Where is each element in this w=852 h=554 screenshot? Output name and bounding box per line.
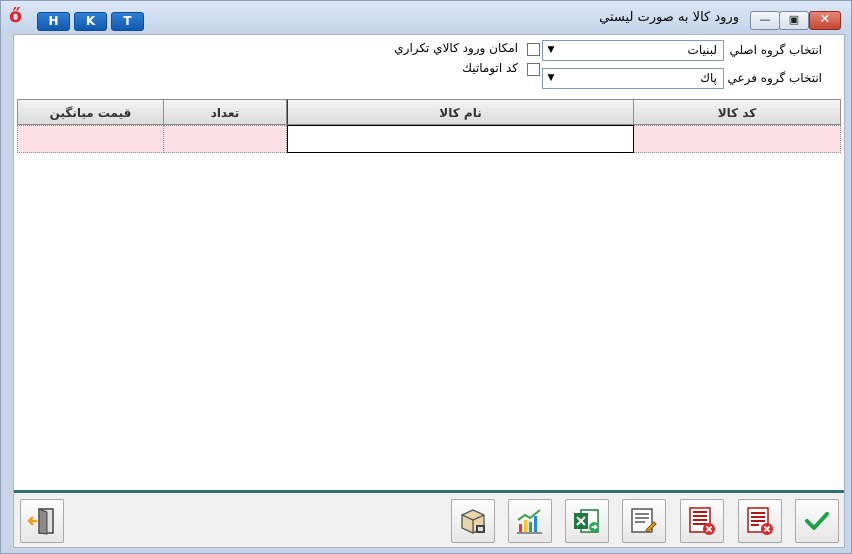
edit-list-icon — [631, 508, 657, 533]
column-header-code[interactable]: كد كالا — [633, 99, 841, 125]
excel-export-button[interactable] — [565, 499, 609, 543]
cell-name[interactable] — [286, 125, 634, 153]
confirm-button[interactable] — [795, 499, 839, 543]
main-group-value: لبنيات — [687, 43, 717, 57]
duplicate-items-label: امكان ورود كالاي تكراري — [394, 41, 518, 55]
chevron-down-icon[interactable]: ▼ — [543, 69, 559, 88]
auto-code-label: كد اتوماتيك — [462, 61, 518, 75]
column-header-avg-price[interactable]: قيمت ميانگين — [17, 99, 164, 125]
delete-list-button[interactable] — [738, 499, 782, 543]
restore-icon: ▣ — [788, 13, 800, 26]
cell-code[interactable] — [633, 125, 841, 153]
exit-icon — [27, 508, 54, 535]
package-button[interactable] — [451, 499, 495, 543]
main-group-select[interactable]: لبنيات ▼ — [542, 40, 724, 61]
excel-export-icon — [574, 509, 599, 533]
sub-group-select[interactable]: پاك ▼ — [542, 68, 724, 89]
confirm-check-icon — [805, 512, 829, 530]
bottom-toolbar — [14, 493, 844, 547]
column-header-name[interactable]: نام كالا — [286, 99, 634, 125]
h-button[interactable]: H — [37, 12, 70, 31]
dialog-window: ő H K T ورود كالا به صورت ليستي — ▣ ✕ ان… — [0, 0, 852, 554]
close-button[interactable]: ✕ — [809, 11, 841, 30]
app-logo-icon: ő — [9, 5, 23, 27]
title-bar: ő H K T ورود كالا به صورت ليستي — ▣ ✕ — [1, 1, 851, 31]
restore-button[interactable]: ▣ — [779, 11, 809, 30]
close-icon: ✕ — [819, 12, 831, 27]
delete-list-icon — [747, 507, 773, 535]
delete-all-icon — [689, 507, 715, 535]
items-grid: كد كالا نام كالا تعداد قيمت ميانگين — [17, 99, 841, 155]
chart-icon — [517, 509, 542, 534]
edit-list-button[interactable] — [622, 499, 666, 543]
main-panel: انتخاب گروه اصلي لبنيات ▼ امكان ورود كال… — [13, 34, 845, 548]
cell-avg-price[interactable] — [17, 125, 164, 153]
cell-quantity[interactable] — [163, 125, 287, 153]
k-button[interactable]: K — [74, 12, 107, 31]
auto-code-checkbox[interactable] — [527, 63, 540, 76]
sub-group-label: انتخاب گروه فرعي — [727, 71, 822, 85]
delete-all-button[interactable] — [680, 499, 724, 543]
column-header-quantity[interactable]: تعداد — [163, 99, 287, 125]
minimize-icon: — — [759, 13, 771, 26]
duplicate-items-checkbox[interactable] — [527, 43, 540, 56]
package-icon — [461, 509, 485, 534]
chart-button[interactable] — [508, 499, 552, 543]
t-button[interactable]: T — [111, 12, 144, 31]
chevron-down-icon[interactable]: ▼ — [543, 41, 559, 60]
window-title: ورود كالا به صورت ليستي — [599, 10, 739, 25]
minimize-button[interactable]: — — [750, 11, 780, 30]
main-group-label: انتخاب گروه اصلي — [729, 43, 822, 57]
exit-button[interactable] — [20, 499, 64, 543]
sub-group-value: پاك — [700, 71, 717, 85]
